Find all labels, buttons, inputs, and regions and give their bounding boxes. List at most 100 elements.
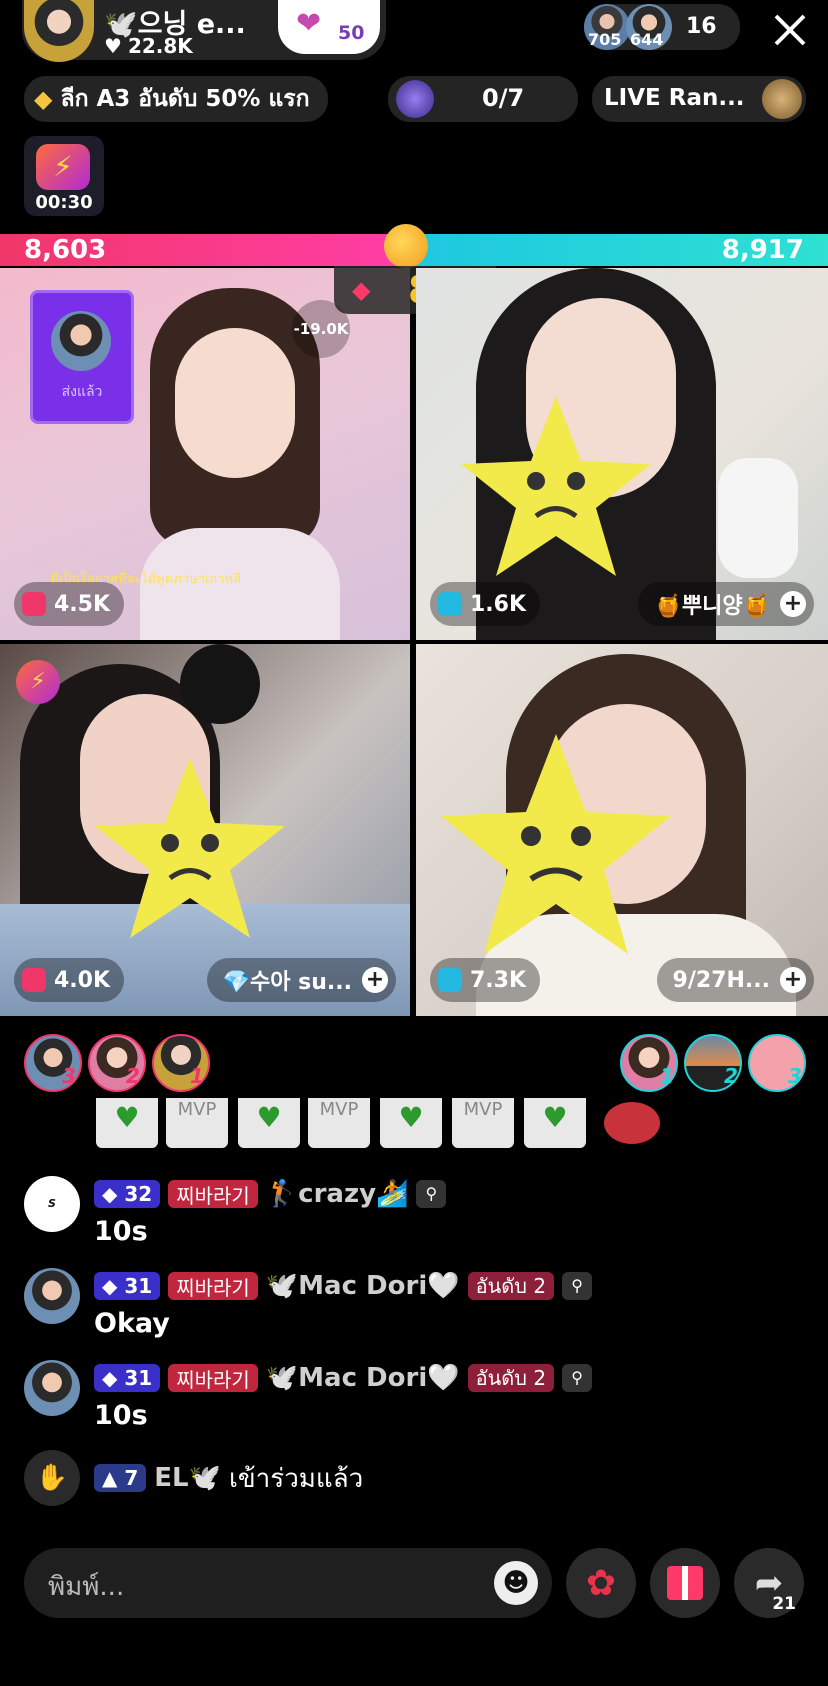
goal-icon xyxy=(396,80,434,118)
rank-number: 3 xyxy=(788,1064,802,1088)
tiktok-icon xyxy=(762,79,802,119)
angry-emoji-icon xyxy=(384,224,428,268)
comment-text: 10s xyxy=(94,1400,148,1431)
heart-tile: ♥ xyxy=(380,1098,442,1148)
goal-pill[interactable]: 0/7 xyxy=(388,76,578,122)
league-pill[interactable]: ◆ ลีก A3 อันดับ 50% แรก xyxy=(24,76,328,122)
blob-sticker-icon xyxy=(604,1102,660,1144)
level-badge: ◆ 31 xyxy=(94,1272,161,1300)
viewer-total: 16 xyxy=(686,14,717,39)
top-viewer-count: 705 xyxy=(588,30,622,49)
video-tile-1[interactable]: ส่งแล้ว -19.0K ที่เป็นโอกาสที่จะได้พูดภา… xyxy=(0,268,410,640)
ranking-pill[interactable]: LIVE Ran... xyxy=(592,76,806,122)
score-icon xyxy=(22,968,46,992)
join-text: เข้าร่วมแล้ว xyxy=(228,1463,364,1494)
timer-text: 00:30 xyxy=(35,192,93,213)
fan-badge: 찌바라기 xyxy=(168,1180,258,1208)
tile-score: 4.0K xyxy=(14,958,125,1002)
profile-icon[interactable]: ⚲ xyxy=(562,1364,593,1392)
heart-tile: ♥ xyxy=(238,1098,300,1148)
follow-plus-icon[interactable]: + xyxy=(362,967,388,993)
streamer-name-pill[interactable]: 9/27H... + xyxy=(656,958,814,1002)
sent-card[interactable]: ส่งแล้ว xyxy=(30,290,134,424)
score-right: 8,917 xyxy=(721,235,804,265)
close-icon[interactable] xyxy=(768,8,812,52)
profile-icon[interactable]: ⚲ xyxy=(416,1180,447,1208)
level-badge: ◆ 31 xyxy=(94,1364,161,1392)
ranking-label: LIVE Ran... xyxy=(604,85,745,111)
comment-text: Okay xyxy=(94,1308,170,1339)
mvp-tile: MVP xyxy=(452,1098,514,1148)
rank-number: 1 xyxy=(660,1064,674,1088)
sender-avatar xyxy=(51,311,111,371)
mvp-tile: MVP xyxy=(308,1098,370,1148)
gem-icon: ◆ xyxy=(352,276,371,304)
lightning-icon: ⚡ xyxy=(36,144,90,190)
video-tile-3[interactable]: ⚡ 4.0K 💎수아 su... + xyxy=(0,644,410,1016)
sent-label: ส่งแล้ว xyxy=(61,384,103,400)
video-tile-2[interactable]: 1.6K 🍯뿌니양🍯 + xyxy=(416,268,828,640)
video-tile-4[interactable]: 7.3K 9/27H... + xyxy=(416,644,828,1016)
profile-icon[interactable]: ⚲ xyxy=(562,1272,593,1300)
league-text: ลีก A3 อันดับ 50% แรก xyxy=(60,86,310,112)
comment-text: 10s xyxy=(94,1216,148,1247)
rank-badge: อันดับ 2 xyxy=(467,1272,555,1300)
rank-number: 2 xyxy=(724,1064,738,1088)
diamond-icon: ◆ xyxy=(34,85,53,113)
heart-icon: ♥ xyxy=(104,34,122,58)
fan-badge: 찌바라기 xyxy=(168,1364,258,1392)
score-icon xyxy=(438,968,462,992)
rank-number: 2 xyxy=(126,1064,140,1088)
rank-number: 3 xyxy=(62,1064,76,1088)
host-likes: ♥ 22.8K xyxy=(104,34,193,58)
lightning-icon: ⚡ xyxy=(16,660,60,704)
streamer-name-pill[interactable]: 💎수아 su... + xyxy=(206,958,396,1002)
share-count: 21 xyxy=(772,1594,796,1614)
heart-tile: ♥ xyxy=(96,1098,158,1148)
streamer-name: 💎수아 su... xyxy=(222,970,352,995)
wave-hand-icon: ✋ xyxy=(24,1450,80,1506)
follow-plus-icon[interactable]: + xyxy=(780,591,806,617)
star-sticker xyxy=(461,396,651,576)
star-sticker xyxy=(95,758,285,938)
gift-icon xyxy=(667,1566,703,1600)
tile-score: 4.5K xyxy=(14,582,125,626)
gift-box-button[interactable] xyxy=(650,1548,720,1618)
gift-button[interactable]: ❤ 50 xyxy=(278,0,380,54)
gift-count: 50 xyxy=(338,22,365,44)
input-placeholder: พิมพ์... xyxy=(48,1572,125,1602)
username[interactable]: EL🕊️ xyxy=(154,1463,221,1493)
tile-score: 7.3K xyxy=(430,958,541,1002)
username[interactable]: 🕊️Mac Dori🤍 xyxy=(266,1363,460,1393)
streamer-name: 9/27H... xyxy=(672,967,770,993)
share-button[interactable]: ➦ 21 xyxy=(734,1548,804,1618)
username[interactable]: 🕊️Mac Dori🤍 xyxy=(266,1271,460,1301)
score-left: 8,603 xyxy=(24,235,107,265)
mvp-tile: MVP xyxy=(166,1098,228,1148)
gift-banner: ♥ MVP ♥ MVP ♥ MVP ♥ xyxy=(96,1098,666,1148)
score-icon xyxy=(438,592,462,616)
follow-plus-icon[interactable]: + xyxy=(780,967,806,993)
star-sticker xyxy=(441,734,671,954)
goal-progress: 0/7 xyxy=(482,84,525,112)
rose-button[interactable]: ✿ xyxy=(566,1548,636,1618)
rose-icon: ✿ xyxy=(585,1562,617,1604)
fan-badge: 찌바라기 xyxy=(168,1272,258,1300)
level-badge: ◆ 32 xyxy=(94,1180,161,1208)
heart-tile: ♥ xyxy=(524,1098,586,1148)
tile-score: 1.6K xyxy=(430,582,541,626)
commenter-avatar[interactable] xyxy=(24,1360,80,1416)
timer-box[interactable]: ⚡ 00:30 xyxy=(24,136,104,216)
score-icon xyxy=(22,592,46,616)
heart-gem-icon: ❤ xyxy=(296,6,322,41)
top-viewer-count: 644 xyxy=(630,30,664,49)
commenter-avatar[interactable] xyxy=(24,1268,80,1324)
rank-number: 1 xyxy=(190,1064,204,1088)
commenter-avatar[interactable]: S xyxy=(24,1176,80,1232)
comment-input[interactable]: พิมพ์... ☻ xyxy=(24,1548,552,1618)
streamer-name-pill[interactable]: 🍯뿌니양🍯 + xyxy=(638,582,814,626)
username[interactable]: 🏌️crazy🏄 xyxy=(266,1179,409,1209)
emoji-icon[interactable]: ☻ xyxy=(494,1561,538,1605)
streamer-name: 🍯뿌니양🍯 xyxy=(654,594,770,619)
level-badge: ▲ 7 xyxy=(94,1464,147,1492)
